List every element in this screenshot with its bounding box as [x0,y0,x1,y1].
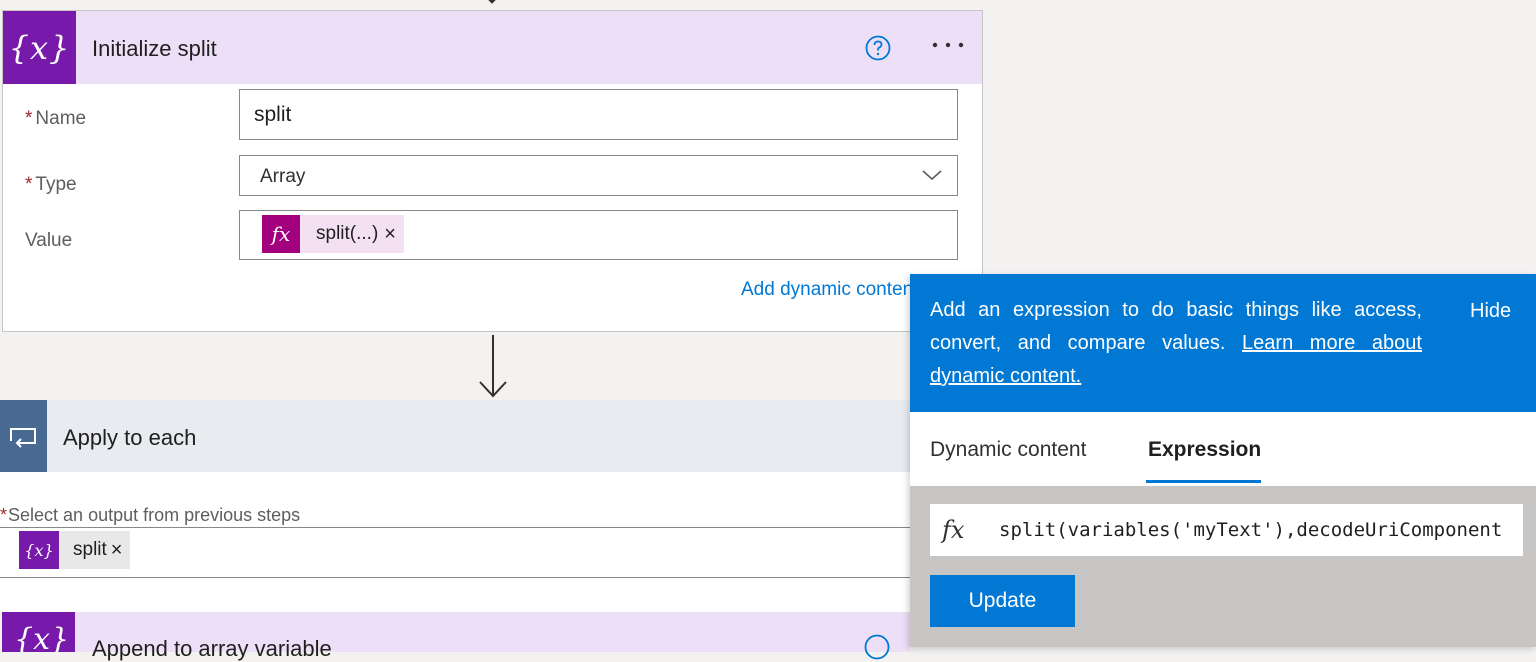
fx-icon: fx [262,215,300,253]
select-output-label: *Select an output from previous steps [0,505,301,525]
card-title: Append to array variable [92,636,332,661]
connector-arrow-top [488,0,496,4]
required-marker: * [25,174,33,195]
required-marker: * [0,505,8,525]
remove-token-icon[interactable]: × [384,223,404,246]
expression-area: fx split(variables('myText'),decodeUriCo… [910,486,1536,647]
help-icon[interactable] [864,634,890,660]
panel-description: Add an expression to do basic things lik… [930,299,1422,387]
name-label: * Name [25,108,87,129]
connector-arrow [479,335,507,398]
card-header[interactable]: {x} Initialize split [3,11,982,84]
remove-token-icon[interactable]: × [111,539,131,562]
apply-to-each-card-header[interactable]: Apply to each [0,400,910,472]
variable-icon: {x} [19,531,59,569]
chevron-down-icon [922,170,942,181]
card-title: Initialize split [92,36,217,61]
variable-icon: {x} [3,11,76,84]
expression-token[interactable]: fx split(...) × [262,215,404,253]
tab-expression[interactable]: Expression [1148,438,1261,462]
loop-arrows-icon [9,428,36,448]
tab-dynamic-content[interactable]: Dynamic content [930,438,1086,462]
update-button[interactable]: Update [930,575,1075,627]
value-input[interactable]: fx split(...) × [239,210,958,260]
append-to-array-card-header[interactable]: {x} Append to array variable [2,612,910,661]
variable-icon: {x} [2,612,75,652]
fx-icon: fx [942,516,965,544]
card-title: Apply to each [63,425,197,450]
variable-token[interactable]: {x} split × [19,531,131,569]
help-icon[interactable] [865,35,891,61]
type-label: * Type [25,174,77,195]
name-input[interactable]: split [239,89,958,140]
more-options-icon[interactable] [931,40,965,50]
divider [0,577,910,578]
apply-to-each-card-body [0,472,910,612]
divider [0,527,910,528]
panel-header: Add an expression to do basic things lik… [910,274,1536,412]
active-tab-indicator [1146,480,1261,483]
value-label: Value [25,230,73,251]
required-marker: * [25,108,33,129]
type-select[interactable]: Array [239,155,958,196]
loop-icon [0,400,47,472]
hide-button[interactable]: Hide [1470,300,1511,323]
expression-input[interactable]: fx split(variables('myText'),decodeUriCo… [930,504,1523,556]
dynamic-content-panel: Add an expression to do basic things lik… [910,274,1536,647]
